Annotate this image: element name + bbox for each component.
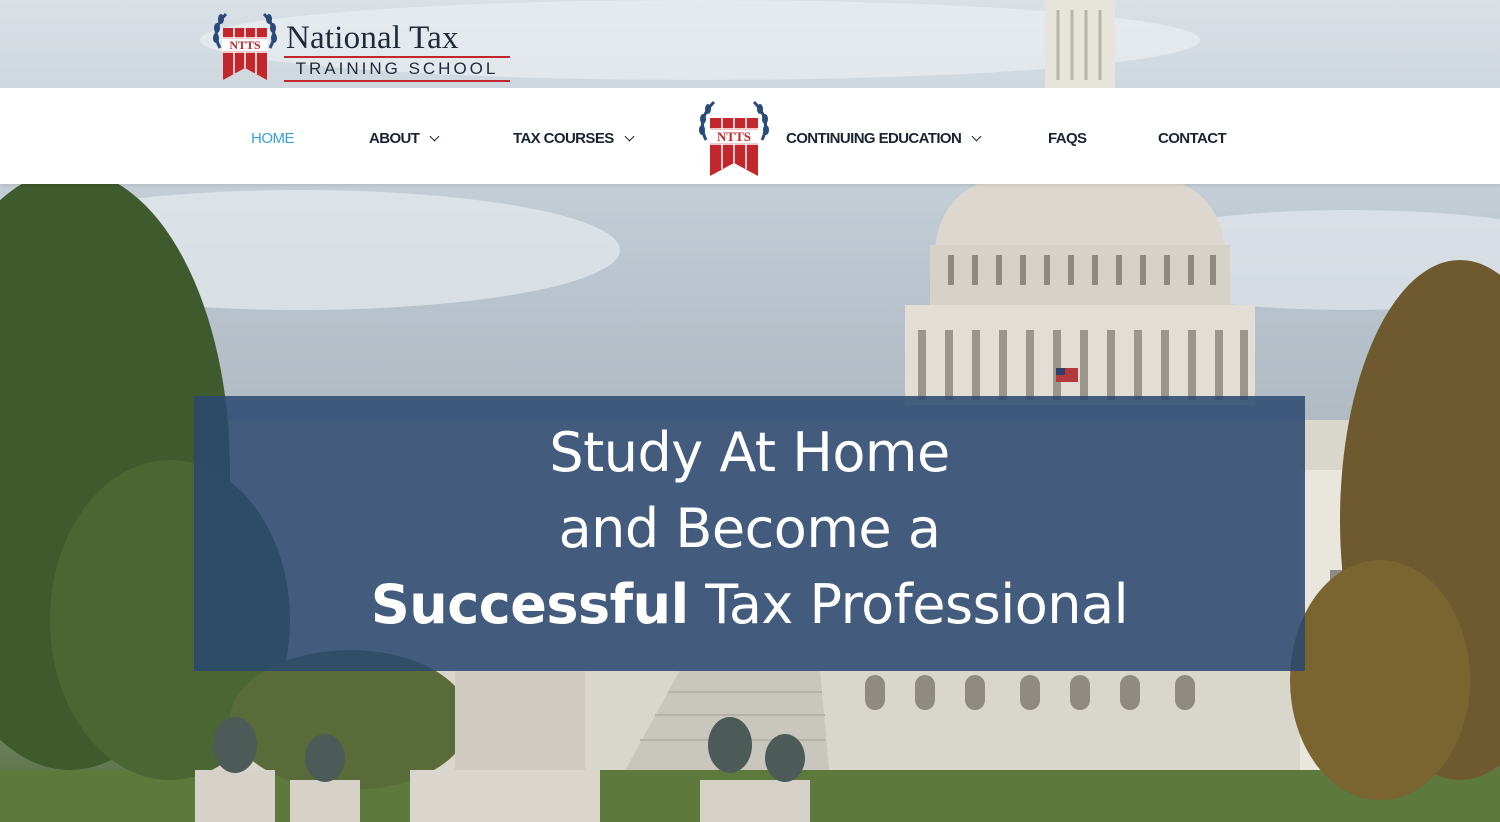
nav-tax-courses[interactable]: TAX COURSES <box>513 88 635 184</box>
hero-line-2: and Become a <box>558 497 941 560</box>
ntts-emblem-icon: NTTS <box>213 12 277 80</box>
hero-line-3-rest: Tax Professional <box>688 573 1129 636</box>
nav-home[interactable]: HOME <box>251 88 295 184</box>
chevron-down-icon <box>429 131 440 142</box>
brand-name-line2: TRAINING SCHOOL <box>284 56 510 82</box>
site-logo[interactable]: NTTS National Tax TRAINING SCHOOL <box>208 6 514 84</box>
nav-about[interactable]: ABOUT <box>369 88 440 184</box>
nav-continuing-education-label: CONTINUING EDUCATION <box>786 130 962 147</box>
nav-home-label: HOME <box>251 130 295 147</box>
hero-line-3: Successful Tax Professional <box>194 574 1305 636</box>
nav-tax-courses-label: TAX COURSES <box>513 130 614 147</box>
nav-logo[interactable]: NTTS <box>694 96 774 180</box>
nav-continuing-education[interactable]: CONTINUING EDUCATION <box>786 88 982 184</box>
svg-text:NTTS: NTTS <box>229 38 261 52</box>
nav-contact-label: CONTACT <box>1158 130 1227 147</box>
emblem-text: NTTS <box>717 129 751 144</box>
chevron-down-icon <box>624 131 635 142</box>
main-navigation: HOME ABOUT TAX COURSES NTTS CONTINUING E… <box>0 88 1500 184</box>
nav-about-label: ABOUT <box>369 130 420 147</box>
nav-contact[interactable]: CONTACT <box>1158 88 1227 184</box>
brand-name-line1: National Tax <box>286 20 459 56</box>
hero-line-1: Study At Home <box>549 421 950 484</box>
ntts-emblem-icon: NTTS <box>699 100 769 176</box>
hero-line-3-emphasis: Successful <box>370 573 689 636</box>
hero-headline-box: Study At Home and Become a Successful Ta… <box>194 396 1305 671</box>
nav-faqs[interactable]: FAQS <box>1048 88 1087 184</box>
chevron-down-icon <box>971 131 982 142</box>
nav-faqs-label: FAQS <box>1048 130 1087 147</box>
